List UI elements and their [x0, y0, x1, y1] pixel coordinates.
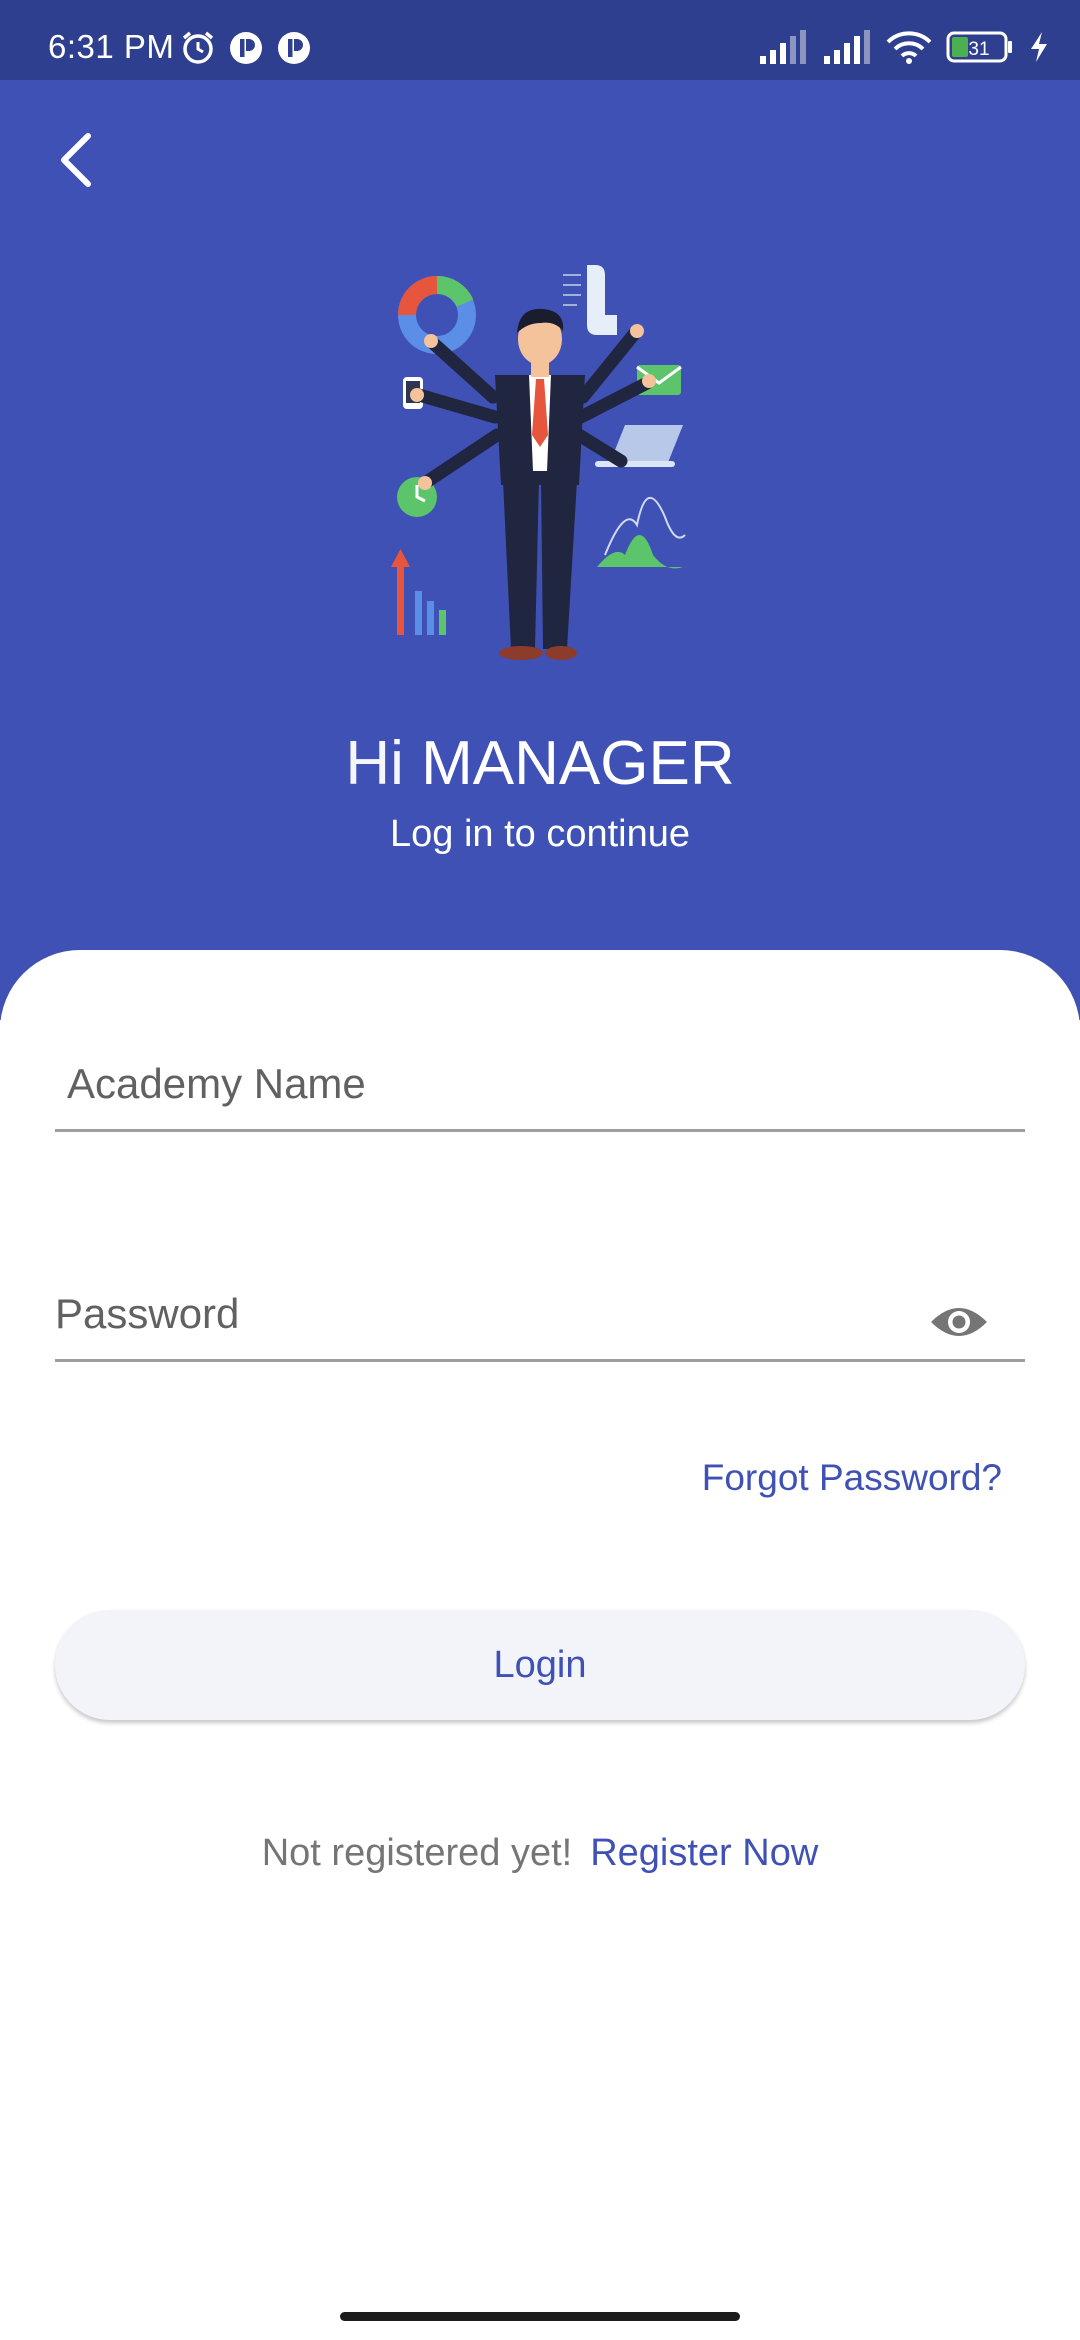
- status-right-icons: 31: [758, 30, 1050, 64]
- chevron-left-icon: [61, 133, 91, 187]
- login-card: Forgot Password? Login Not registered ye…: [0, 950, 1080, 2340]
- charging-icon: [1028, 30, 1050, 64]
- eye-icon: [931, 1308, 987, 1336]
- forgot-password-link[interactable]: Forgot Password?: [702, 1457, 1002, 1499]
- register-prompt: Not registered yet!: [261, 1832, 573, 1874]
- signal-icon: [822, 30, 872, 64]
- status-bar: 6:31 PM 31: [0, 0, 1080, 80]
- password-input[interactable]: [55, 1290, 1025, 1338]
- header-hero: Hi MANAGER Log in to continue: [0, 80, 1080, 1020]
- signal-icon: [758, 30, 808, 64]
- greeting-role: MANAGER: [421, 729, 735, 798]
- svg-text:31: 31: [968, 39, 989, 60]
- password-field: [55, 1290, 1025, 1362]
- password-visibility-toggle[interactable]: [927, 1292, 991, 1352]
- wifi-icon: [886, 30, 932, 64]
- app-notification-icon: [228, 30, 264, 66]
- back-button[interactable]: [48, 120, 108, 200]
- login-subtitle: Log in to continue: [389, 813, 690, 855]
- status-time: 6:31 PM: [48, 28, 175, 65]
- greeting-hi: Hi: [345, 729, 404, 798]
- alarm-icon: [180, 30, 216, 66]
- home-indicator[interactable]: [340, 2312, 740, 2321]
- register-now-link[interactable]: Register Now: [590, 1832, 818, 1874]
- manager-illustration: [385, 255, 715, 675]
- academy-name-input[interactable]: [55, 1060, 1025, 1108]
- battery-icon: 31: [946, 30, 1014, 64]
- register-row: Not registered yet! Register Now: [0, 1832, 1080, 1875]
- login-button[interactable]: Login: [55, 1610, 1025, 1720]
- app-notification-icon: [276, 30, 312, 66]
- status-left-icons: [180, 30, 312, 66]
- greeting-title: Hi MANAGER: [0, 728, 1080, 799]
- academy-name-field: [55, 1060, 1025, 1132]
